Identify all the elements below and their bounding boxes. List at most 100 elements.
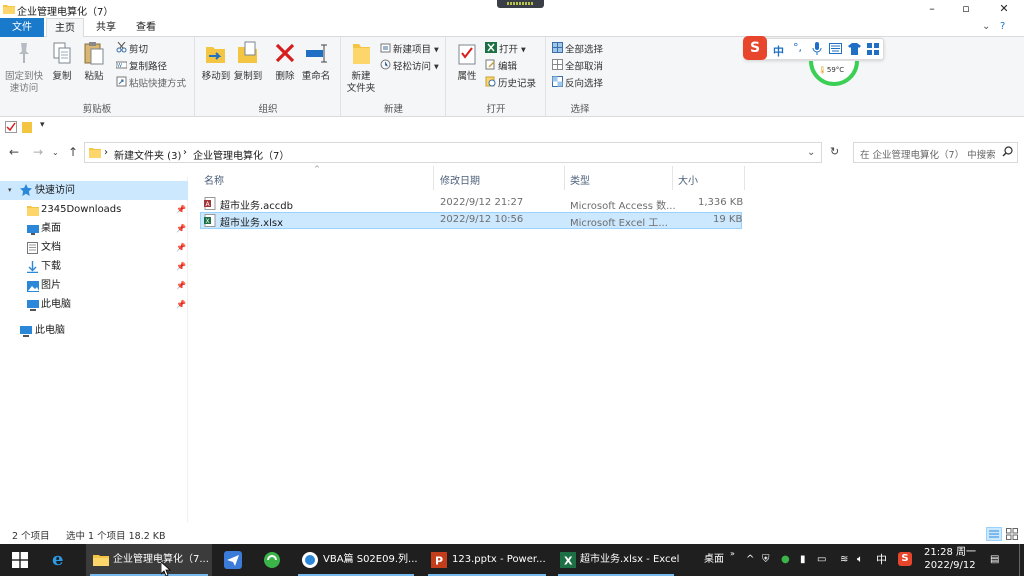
column-header-name[interactable]: 名称 (204, 172, 224, 188)
security-tray-icon[interactable]: ● (781, 544, 790, 576)
taskbar-video-button[interactable]: VBA篇 S02E09.列... (294, 544, 418, 576)
message-icon[interactable]: ▭ (817, 544, 826, 576)
maximize-button[interactable]: ▫ (954, 2, 978, 16)
delete-button[interactable]: 删除 (272, 41, 298, 83)
selection-info: 选中 1 个项目 18.2 KB (66, 531, 166, 542)
file-modified: 2022/9/12 21:27 (440, 197, 524, 208)
nav-quick-access[interactable]: ▾ 快速访问 (0, 181, 188, 200)
file-size: 19 KB (713, 214, 743, 225)
pin-quick-access-button[interactable]: 固定到快 速访问 (4, 41, 44, 95)
title-bar: 企业管理电算化（7） – ▫ ✕ (0, 0, 1024, 18)
new-item-button[interactable]: 新建项目 ▾ (380, 42, 439, 57)
tab-share[interactable]: 共享 (88, 18, 124, 37)
copy-button[interactable]: 复制 (48, 41, 76, 83)
customize-toolbar-icon[interactable]: ▾ (40, 120, 45, 130)
new-folder-small-icon[interactable] (22, 121, 32, 136)
punctuation-icon[interactable]: °, (793, 41, 802, 54)
new-folder-button[interactable]: 新建 文件夹 (344, 41, 378, 95)
sogou-tray-icon[interactable]: S (898, 552, 912, 566)
breadcrumb-parent[interactable]: 新建文件夹 (3) (114, 147, 181, 162)
address-dropdown-icon[interactable]: ⌄ (807, 147, 815, 158)
edit-button[interactable]: 编辑 (485, 59, 517, 74)
toolbox-grid-icon[interactable] (867, 43, 879, 58)
column-header-size[interactable]: 大小 (678, 172, 698, 188)
toolbar-expand-icon[interactable]: » (730, 538, 735, 570)
notification-icon[interactable]: ▤ (990, 544, 999, 576)
taskbar-ie-button[interactable]: e (42, 544, 78, 576)
tab-file[interactable]: 文件 (0, 18, 44, 37)
taskbar-excel-button[interactable]: X 超市业务.xlsx - Excel (554, 544, 679, 576)
expand-arrow-icon[interactable]: ▾ (8, 181, 12, 200)
help-icon[interactable]: ? (1000, 21, 1005, 32)
nav-item-this-pc-pinned[interactable]: 此电脑 📌 (0, 295, 188, 314)
invert-selection-button[interactable]: 反向选择 (552, 76, 603, 91)
taskbar-explorer-button[interactable]: 企业管理电算化（7... (86, 544, 212, 576)
column-header-type[interactable]: 类型 (570, 172, 590, 188)
nav-item-2345downloads[interactable]: 2345Downloads 📌 (0, 200, 188, 219)
nav-item-documents[interactable]: 文档 📌 (0, 238, 188, 257)
ime-indicator[interactable]: 中 (876, 544, 887, 576)
wifi-icon[interactable]: ≋ (840, 544, 848, 576)
column-header-modified[interactable]: 修改日期 (440, 172, 480, 188)
recent-locations-icon[interactable]: ⌄ (52, 148, 59, 157)
start-button[interactable] (0, 544, 38, 576)
group-label-clipboard: 剪贴板 (82, 104, 112, 115)
paste-shortcut-button[interactable]: 粘贴快捷方式 (116, 76, 186, 91)
group-label-select: 选择 (570, 104, 590, 115)
nav-item-pictures[interactable]: 图片 📌 (0, 276, 188, 295)
desktop-toolbar[interactable]: 桌面 (704, 544, 724, 576)
scissors-icon (116, 41, 127, 58)
tab-home[interactable]: 主页 (46, 18, 84, 38)
show-hidden-icons[interactable]: ^ (746, 544, 754, 576)
usb-icon[interactable]: ▮ (800, 544, 806, 576)
history-button[interactable]: 历史记录 (485, 76, 536, 91)
window-grip[interactable] (497, 0, 544, 8)
open-button[interactable]: 打开 ▾ (485, 42, 526, 57)
tab-view[interactable]: 查看 (128, 18, 164, 37)
security-360-icon (264, 552, 280, 568)
back-arrow-icon[interactable]: ← (9, 145, 19, 159)
ime-mode-label[interactable]: 中 (773, 43, 784, 59)
select-none-icon (552, 59, 563, 75)
paste-icon (80, 41, 108, 69)
refresh-icon[interactable]: ↻ (830, 145, 839, 158)
easy-access-button[interactable]: 轻松访问 ▾ (380, 59, 439, 74)
cut-button[interactable]: 剪切 (116, 41, 148, 58)
copy-to-button[interactable]: 复制到 (232, 41, 264, 83)
file-row[interactable]: A 超市业务.accdb 2022/9/12 21:27 Microsoft A… (200, 195, 744, 212)
copy-to-icon (232, 41, 264, 69)
taskbar-feishu-button[interactable] (216, 544, 250, 576)
large-icons-view-icon[interactable] (1006, 528, 1018, 543)
nav-item-desktop[interactable]: 桌面 📌 (0, 219, 188, 238)
address-row: ← → ⌄ ↑ › 新建文件夹 (3) › 企业管理电算化（7） ⌄ ↻ 在 企… (0, 140, 1024, 166)
search-icon[interactable] (1002, 146, 1013, 160)
address-bar[interactable]: › 新建文件夹 (3) › 企业管理电算化（7） ⌄ (84, 142, 822, 163)
file-size: 1,336 KB (698, 197, 744, 208)
ribbon-collapse-icon[interactable]: ⌄ (982, 21, 990, 32)
shield-icon[interactable]: ⛨ (762, 544, 770, 576)
nav-item-this-pc[interactable]: 此电脑 (0, 321, 188, 340)
properties-check-icon[interactable] (5, 121, 17, 136)
copy-path-button[interactable]: W 复制路径 (115, 59, 167, 74)
properties-button[interactable]: 属性 (453, 41, 481, 83)
paste-button[interactable]: 粘贴 (80, 41, 108, 83)
close-button[interactable]: ✕ (992, 2, 1016, 16)
show-desktop-button[interactable] (1019, 544, 1024, 576)
file-row-selected[interactable]: X 超市业务.xlsx 2022/9/12 10:56 Microsoft Ex… (200, 212, 742, 229)
forward-arrow-icon[interactable]: → (33, 145, 43, 159)
taskbar-powerpoint-button[interactable]: P 123.pptx - Power... (424, 544, 550, 576)
search-box[interactable]: 在 企业管理电算化（7） 中搜索 (853, 142, 1018, 163)
video-player-icon (302, 552, 318, 568)
nav-item-downloads[interactable]: 下载 📌 (0, 257, 188, 276)
details-view-icon[interactable] (986, 527, 1002, 541)
up-arrow-icon[interactable]: ↑ (68, 145, 78, 159)
select-all-button[interactable]: 全部选择 (552, 42, 603, 57)
rename-button[interactable]: 重命名 (300, 41, 332, 83)
select-none-button[interactable]: 全部取消 (552, 59, 603, 74)
breadcrumb-current[interactable]: 企业管理电算化（7） (193, 147, 289, 162)
clock[interactable]: 21:28 周一 2022/9/12 (924, 546, 976, 576)
taskbar-360-button[interactable] (254, 544, 290, 576)
volume-icon[interactable]: 🔈︎ (857, 544, 863, 576)
minimize-button[interactable]: – (920, 2, 944, 16)
move-to-button[interactable]: 移动到 (200, 41, 232, 83)
